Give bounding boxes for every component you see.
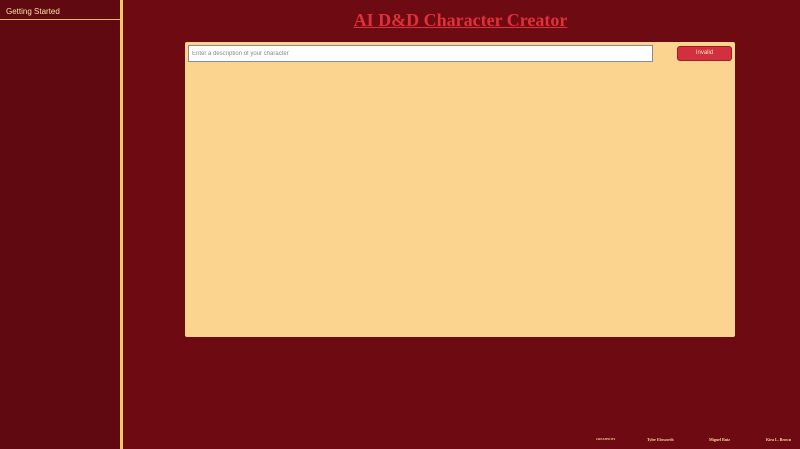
sidebar-item-getting-started[interactable]: Getting Started <box>0 0 120 20</box>
character-panel: Invalid <box>185 42 735 337</box>
footer: CREATED BY Tyler Ebsworth Miguel Ruiz Ki… <box>123 437 800 443</box>
main-content: AI D&D Character Creator Invalid CREATED… <box>123 0 800 449</box>
credit-name: Kira L. Brown <box>766 437 792 442</box>
credit-name: Tyler Ebsworth <box>647 437 674 442</box>
created-by-label: CREATED BY <box>596 437 616 441</box>
sidebar: Getting Started <box>0 0 120 449</box>
submit-button[interactable]: Invalid <box>677 46 732 61</box>
page-title: AI D&D Character Creator <box>353 10 568 30</box>
credit-name: Miguel Ruiz <box>709 437 730 442</box>
app-root: Getting Started AI D&D Character Creator… <box>0 0 800 449</box>
character-description-input[interactable] <box>188 45 653 62</box>
